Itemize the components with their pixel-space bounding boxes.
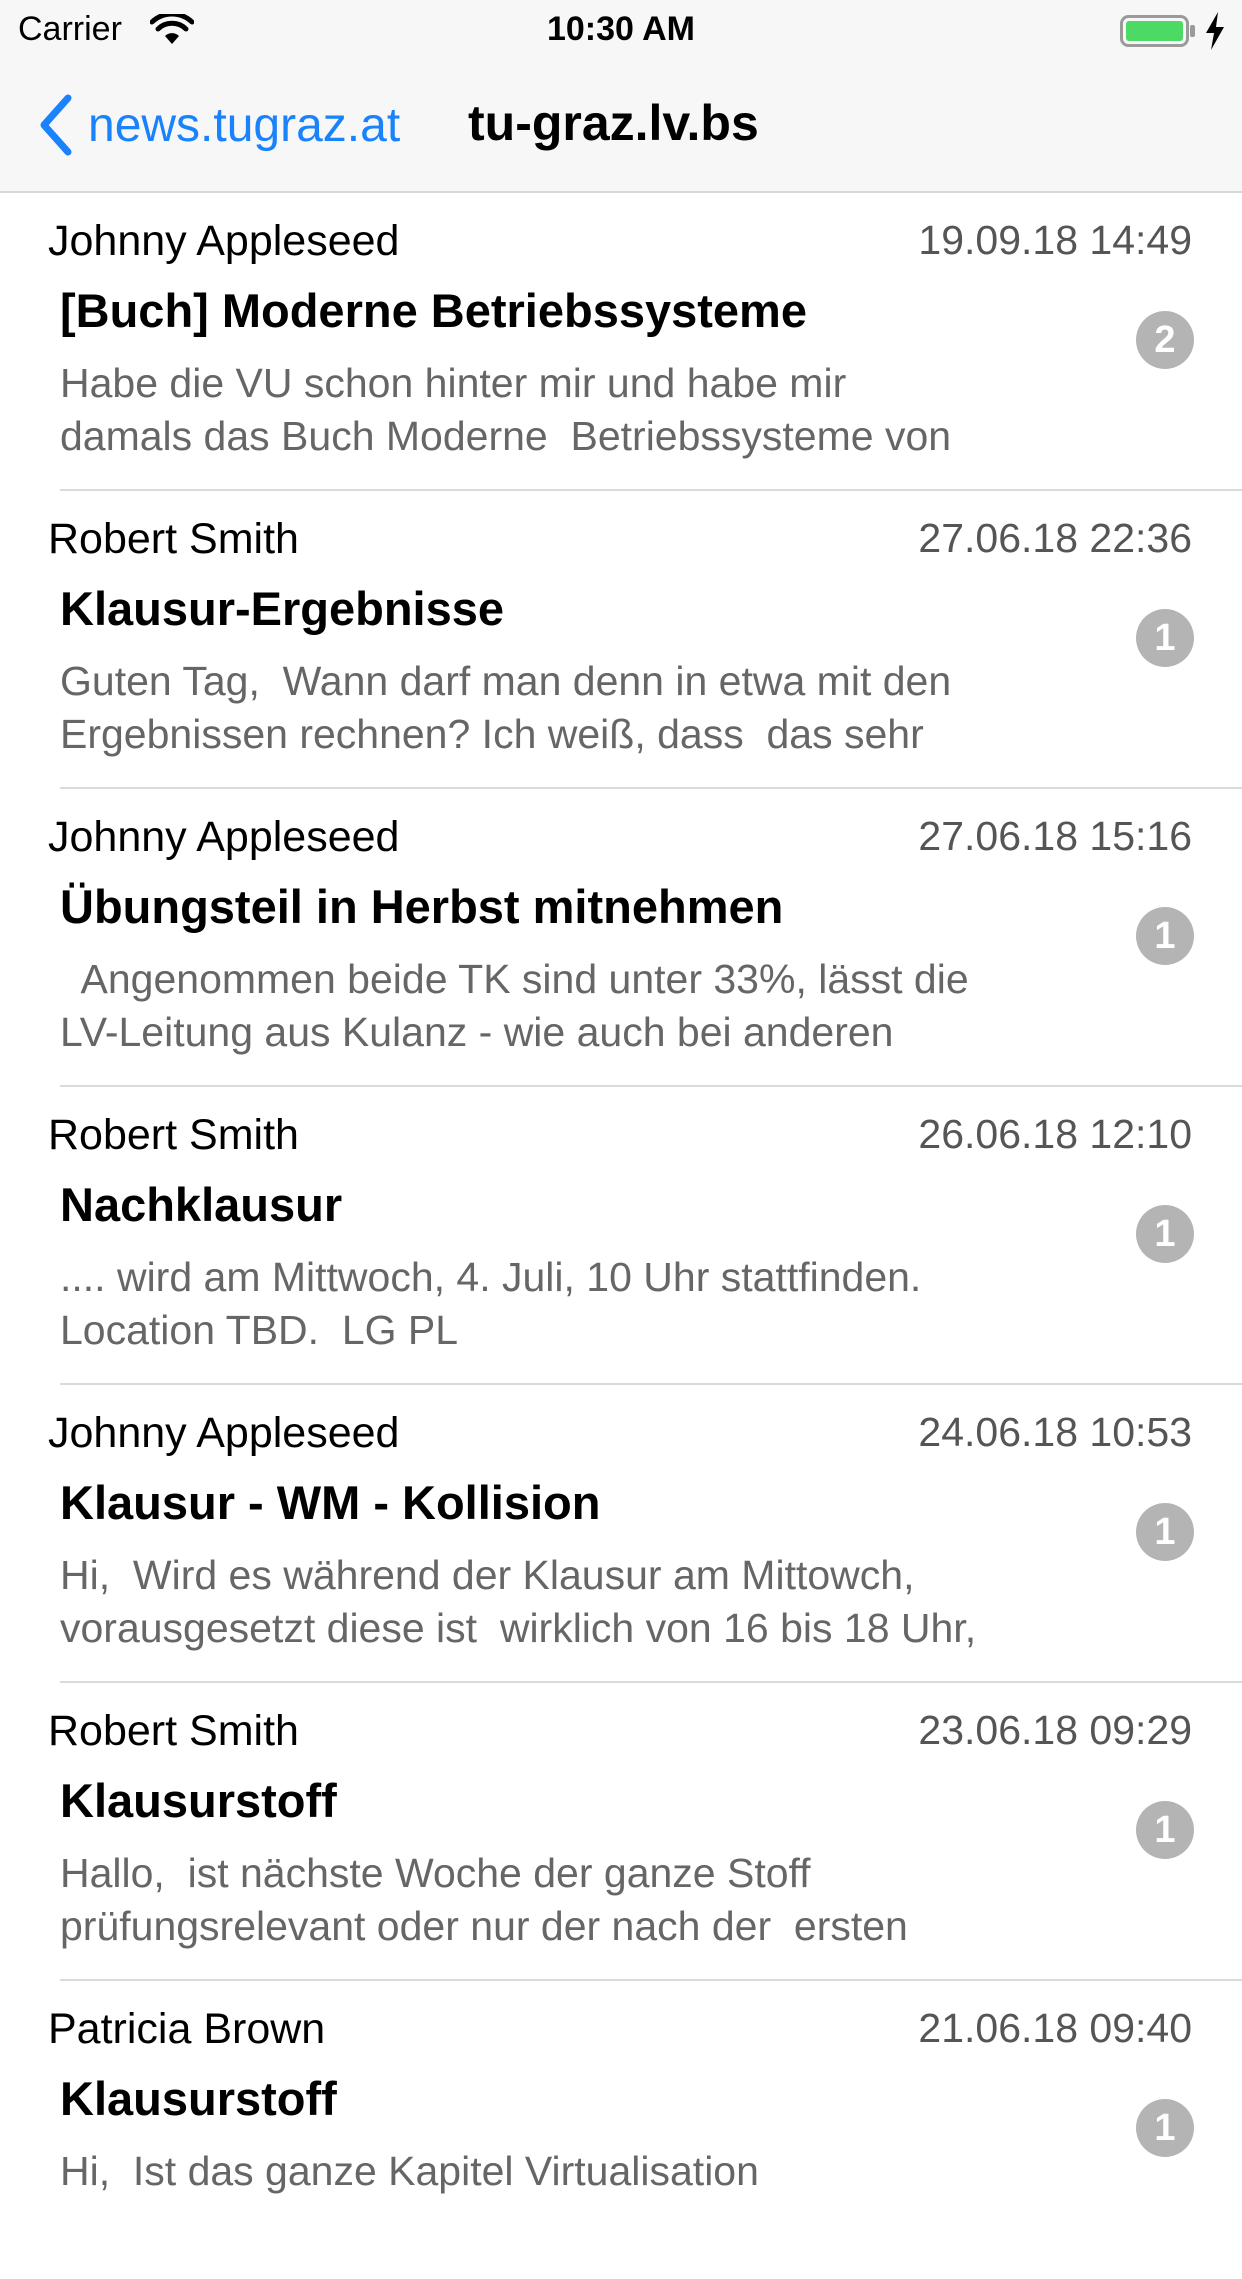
chevron-left-icon [40, 94, 72, 156]
list-item[interactable]: Johnny Appleseed 19.09.18 14:49 [Buch] M… [0, 193, 1242, 491]
thread-author: Patricia Brown [48, 2005, 326, 2053]
thread-date: 26.06.18 12:10 [918, 1111, 1192, 1157]
thread-subject: Klausur-Ergebnisse [60, 582, 505, 635]
status-time: 10:30 AM [546, 10, 696, 48]
back-button-label: news.tugraz.at [88, 98, 401, 152]
page-title: tu-graz.lv.bs [468, 95, 759, 151]
thread-subject: Klausur - WM - Kollision [60, 1476, 601, 1529]
reply-count-badge: 1 [1136, 1205, 1194, 1263]
status-bar: Carrier 10:30 AM [0, 0, 1242, 60]
thread-date: 19.09.18 14:49 [918, 217, 1192, 263]
thread-subject: [Buch] Moderne Betriebssysteme [60, 284, 807, 337]
list-item[interactable]: Robert Smith 26.06.18 12:10 Nachklausur … [0, 1087, 1242, 1385]
thread-subject: Nachklausur [60, 1178, 343, 1231]
thread-author: Robert Smith [48, 1111, 299, 1159]
thread-date: 27.06.18 15:16 [918, 813, 1192, 859]
thread-author: Robert Smith [48, 515, 299, 563]
thread-author: Robert Smith [48, 1707, 299, 1755]
thread-preview: Hallo, ist nächste Woche der ganze Stoff… [60, 1850, 908, 1949]
battery-icon [1120, 15, 1195, 47]
reply-count-badge: 1 [1136, 1801, 1194, 1859]
reply-count-badge: 1 [1136, 609, 1194, 667]
thread-list: Johnny Appleseed 19.09.18 14:49 [Buch] M… [0, 193, 1242, 2279]
reply-count-badge: 1 [1136, 2099, 1194, 2157]
list-item[interactable]: Johnny Appleseed 24.06.18 10:53 Klausur … [0, 1385, 1242, 1683]
thread-date: 27.06.18 22:36 [918, 515, 1192, 561]
list-item[interactable]: Patricia Brown 21.06.18 09:40 Klausursto… [0, 1981, 1242, 2279]
thread-preview: Habe die VU schon hinter mir und habe mi… [60, 360, 952, 459]
reply-count-badge: 1 [1136, 907, 1194, 965]
thread-preview: Hi, Wird es während der Klausur am Mitto… [60, 1552, 977, 1651]
thread-subject: Klausurstoff [60, 1774, 337, 1827]
charging-icon [1206, 12, 1224, 50]
navigation-bar: news.tugraz.at tu-graz.lv.bs [0, 60, 1242, 193]
thread-date: 21.06.18 09:40 [918, 2005, 1192, 2051]
thread-preview: .... wird am Mittwoch, 4. Juli, 10 Uhr s… [60, 1254, 922, 1353]
reply-count-badge: 1 [1136, 1503, 1194, 1561]
list-item[interactable]: Johnny Appleseed 27.06.18 15:16 Übungste… [0, 789, 1242, 1087]
thread-date: 24.06.18 10:53 [918, 1409, 1192, 1455]
thread-author: Johnny Appleseed [48, 813, 400, 861]
thread-subject: Klausurstoff [60, 2072, 337, 2125]
thread-date: 23.06.18 09:29 [918, 1707, 1192, 1753]
thread-preview: Hi, Ist das ganze Kapitel Virtualisation [60, 2148, 759, 2194]
thread-author: Johnny Appleseed [48, 217, 400, 265]
reply-count-badge: 2 [1136, 311, 1194, 369]
thread-subject: Übungsteil in Herbst mitnehmen [60, 880, 784, 933]
list-item[interactable]: Robert Smith 23.06.18 09:29 Klausurstoff… [0, 1683, 1242, 1981]
back-button[interactable]: news.tugraz.at [36, 90, 400, 160]
thread-preview: Angenommen beide TK sind unter 33%, läss… [60, 956, 969, 1055]
thread-author: Johnny Appleseed [48, 1409, 400, 1457]
list-item[interactable]: Robert Smith 27.06.18 22:36 Klausur-Erge… [0, 491, 1242, 789]
thread-preview: Guten Tag, Wann darf man denn in etwa mi… [60, 658, 952, 757]
